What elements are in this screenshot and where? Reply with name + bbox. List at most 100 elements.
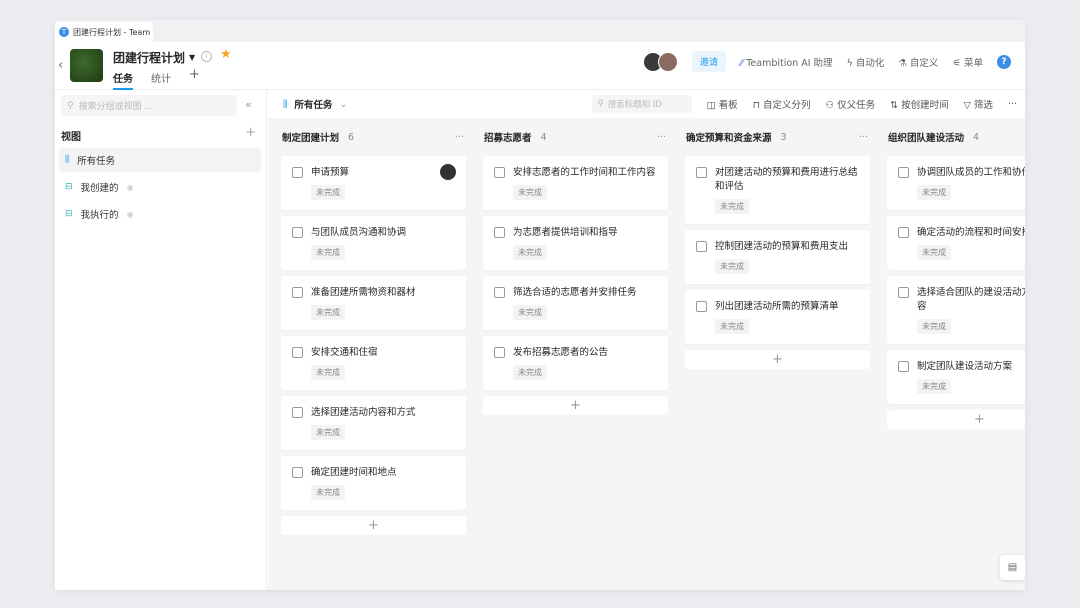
- task-checkbox[interactable]: [494, 167, 505, 178]
- teambition-logo-icon: T: [59, 27, 69, 37]
- sort-button[interactable]: ⇅ 按创建时间: [890, 97, 949, 111]
- parent-tasks-button[interactable]: ⚇ 仅父任务: [826, 97, 876, 111]
- sidebar-item-created-by-me[interactable]: ⊟ 我创建的 ◉: [59, 175, 261, 199]
- customize-label: 自定义: [909, 57, 939, 69]
- menu-label: 菜单: [963, 57, 983, 69]
- parent-only-label: 仅父任务: [837, 100, 876, 111]
- task-card[interactable]: 选择团建活动内容和方式 未完成: [281, 396, 466, 450]
- task-card[interactable]: 制定团队建设活动方案 未完成: [887, 350, 1025, 404]
- task-checkbox[interactable]: [494, 347, 505, 358]
- task-checkbox[interactable]: [696, 241, 707, 252]
- column-more-button[interactable]: ···: [657, 132, 666, 143]
- task-card[interactable]: 安排交通和住宿未完成: [281, 336, 466, 390]
- add-task-button[interactable]: +: [685, 350, 870, 369]
- task-card[interactable]: 控制团建活动的预算和费用支出 未完成: [685, 230, 870, 284]
- task-checkbox[interactable]: [292, 467, 303, 478]
- views-heading-text: 视图: [61, 132, 81, 143]
- sidebar-item-label: 所有任务: [77, 156, 116, 167]
- add-view-button[interactable]: +: [245, 125, 256, 143]
- column-title: 组织团队建设活动: [888, 133, 965, 144]
- task-card[interactable]: 确定团建时间和地点 未完成: [281, 456, 466, 510]
- task-card[interactable]: 为志愿者提供培训和指导 未完成: [483, 216, 668, 270]
- add-task-button[interactable]: +: [483, 396, 668, 415]
- column-header: 确定预算和资金来源 3 ···: [685, 118, 870, 156]
- custom-columns-button[interactable]: ⊓ 自定义分列: [753, 97, 811, 111]
- eye-icon: ◉: [126, 182, 134, 192]
- column-title: 制定团建计划: [282, 133, 340, 144]
- board-column: 制定团建计划 6 ··· 申请预算 未完成 与团队成员沟通和协调 未完成 准备团建所需物资和器…: [281, 118, 466, 535]
- customize-button[interactable]: ⚗ 自定义: [898, 55, 938, 69]
- filter-button[interactable]: ▽ 筛选: [964, 97, 993, 111]
- board-column: 确定预算和资金来源 3 ··· 对团建活动的预算和费用进行总结和评估 未完成控制团建活动…: [685, 118, 870, 369]
- filter-label: 筛选: [973, 100, 993, 111]
- info-icon[interactable]: i: [201, 51, 212, 62]
- caret-down-icon: ▼: [189, 53, 196, 62]
- task-checkbox[interactable]: [898, 227, 909, 238]
- task-checkbox[interactable]: [292, 407, 303, 418]
- task-checkbox[interactable]: [292, 287, 303, 298]
- status-badge: 未完成: [311, 305, 345, 320]
- ai-assistant-button[interactable]: ⁄⁄ Teambition AI 助理: [740, 55, 833, 69]
- back-icon[interactable]: ‹: [58, 58, 63, 73]
- column-count: 4: [540, 131, 547, 143]
- task-checkbox[interactable]: [898, 167, 909, 178]
- sidebar-item-all-tasks[interactable]: ⫼ 所有任务: [59, 148, 261, 172]
- member-avatars[interactable]: [643, 51, 679, 72]
- task-checkbox[interactable]: [898, 287, 909, 298]
- status-badge: 未完成: [311, 365, 345, 380]
- star-icon[interactable]: ★: [220, 47, 232, 62]
- task-card[interactable]: 与团队成员沟通和协调 未完成: [281, 216, 466, 270]
- search-icon: ⚲: [67, 100, 74, 111]
- add-task-button[interactable]: +: [281, 516, 466, 535]
- task-card[interactable]: 选择适合团队的建设活动方式和内容未完成: [887, 276, 1025, 344]
- board-view-button[interactable]: ◫ 看板: [707, 97, 738, 111]
- task-card[interactable]: 筛选合适的志愿者并安排任务 未完成: [483, 276, 668, 330]
- more-button[interactable]: ···: [1008, 99, 1017, 110]
- column-more-button[interactable]: ···: [859, 132, 868, 143]
- add-task-button[interactable]: +: [887, 410, 1025, 429]
- task-title: 安排交通和住宿: [311, 347, 378, 358]
- task-card[interactable]: 协调团队成员的工作和协作 未完成: [887, 156, 1025, 210]
- task-card[interactable]: 准备团建所需物资和器材 未完成: [281, 276, 466, 330]
- task-checkbox[interactable]: [494, 227, 505, 238]
- task-checkbox[interactable]: [292, 347, 303, 358]
- tab-stats[interactable]: 统计: [151, 70, 171, 90]
- search-placeholder: 搜索标题和 ID: [607, 100, 663, 110]
- task-title: 控制团建活动的预算和费用支出: [715, 241, 849, 252]
- app-window: T 团建行程计划 - Team ‹ 团建行程计划 ▼ i ★ 任务 统计 + 邀请 …: [55, 20, 1025, 590]
- view-selector[interactable]: ⫼ 所有任务 ⌄: [283, 97, 347, 112]
- automation-button[interactable]: ϟ 自动化: [847, 55, 885, 69]
- task-checkbox[interactable]: [292, 167, 303, 178]
- project-title-text: 团建行程计划: [113, 51, 186, 65]
- search-icon: ⚲: [597, 99, 604, 109]
- sort-label: 按创建时间: [901, 100, 949, 111]
- status-badge: 未完成: [917, 319, 951, 334]
- task-card[interactable]: 对团建活动的预算和费用进行总结和评估 未完成: [685, 156, 870, 224]
- task-card[interactable]: 列出团建活动所需的预算清单 未完成: [685, 290, 870, 344]
- add-tab-button[interactable]: +: [189, 67, 200, 90]
- task-checkbox[interactable]: [696, 167, 707, 178]
- task-card[interactable]: 申请预算 未完成: [281, 156, 466, 210]
- task-card[interactable]: 发布招募志愿者的公告 未完成: [483, 336, 668, 390]
- menu-button[interactable]: ⚟ 菜单: [952, 55, 983, 69]
- help-icon[interactable]: ?: [997, 54, 1011, 69]
- task-checkbox[interactable]: [292, 227, 303, 238]
- task-card[interactable]: 安排志愿者的工作时间和工作内容 未完成: [483, 156, 668, 210]
- task-card[interactable]: 确定活动的流程和时间安排 未完成: [887, 216, 1025, 270]
- task-checkbox[interactable]: [696, 301, 707, 312]
- task-checkbox[interactable]: [494, 287, 505, 298]
- view-search-input[interactable]: ⚲ 搜索分组或视图 ...: [61, 95, 237, 116]
- collapse-sidebar-icon[interactable]: «: [245, 98, 252, 111]
- project-cover: [70, 49, 103, 82]
- kanban-board: ▤ 制定团建计划 6 ··· 申请预算 未完成 与团队成员沟通和协调 未完成 准备团建所需物资…: [268, 118, 1025, 590]
- invite-button[interactable]: 邀请: [692, 51, 727, 72]
- sidebar-item-assigned-to-me[interactable]: ⊟ 我执行的 ◉: [59, 202, 261, 226]
- browser-tab[interactable]: T 团建行程计划 - Team: [55, 22, 153, 42]
- column-more-button[interactable]: ···: [455, 132, 464, 143]
- task-checkbox[interactable]: [898, 361, 909, 372]
- document-icon[interactable]: ▤: [1000, 555, 1025, 580]
- task-title: 选择团建活动内容和方式: [311, 407, 416, 418]
- task-search-input[interactable]: ⚲ 搜索标题和 ID: [591, 95, 692, 113]
- project-title[interactable]: 团建行程计划 ▼: [113, 49, 195, 66]
- tab-tasks[interactable]: 任务: [113, 70, 133, 90]
